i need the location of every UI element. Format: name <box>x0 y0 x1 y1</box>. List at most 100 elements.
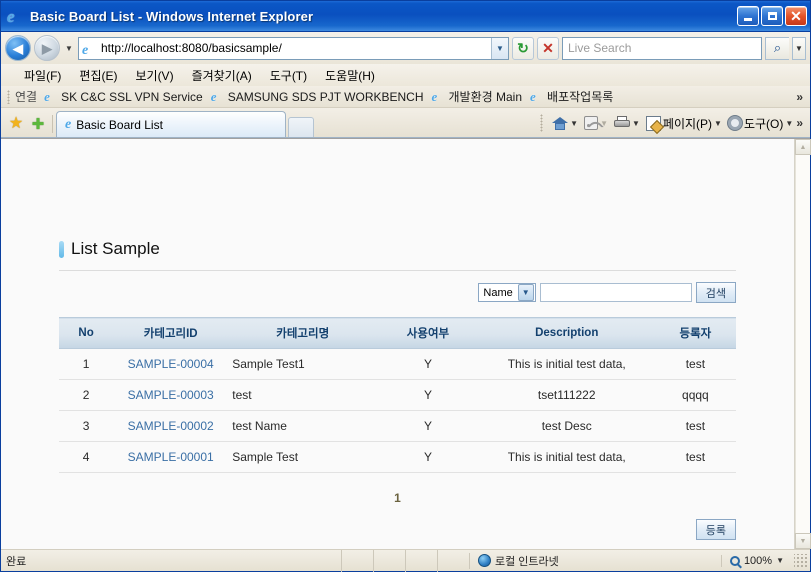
cell-category-id-link[interactable]: SAMPLE-00001 <box>113 442 228 473</box>
chevron-down-icon: ▼ <box>776 556 784 565</box>
tab-bar: ★ ✚ e Basic Board List ▼ ▼ <box>1 108 810 138</box>
chevron-down-icon: ▼ <box>785 119 793 128</box>
search-button[interactable]: 검색 <box>696 282 736 303</box>
internet-explorer-icon: e <box>530 90 544 104</box>
menu-item-favorites[interactable]: 즐겨찾기(A) <box>183 65 261 86</box>
forward-button[interactable]: ▶ <box>34 35 60 61</box>
links-bar-label: 연결 <box>15 88 37 105</box>
chevron-down-icon: ▼ <box>496 44 504 53</box>
cell-no: 4 <box>59 442 113 473</box>
cell-description: test Desc <box>479 411 655 442</box>
refresh-icon: ↻ <box>517 41 529 55</box>
page-menu-label: 페이지(P) <box>663 115 712 132</box>
heading-accent-bar <box>59 241 64 258</box>
cell-category-id-link[interactable]: SAMPLE-00003 <box>113 380 228 411</box>
history-dropdown-button[interactable]: ▼ <box>63 35 75 61</box>
add-to-favorites-button[interactable]: ✚ <box>27 111 49 137</box>
column-header-no[interactable]: No <box>59 318 113 349</box>
home-button[interactable]: ▼ <box>549 116 581 131</box>
live-search-input[interactable]: Live Search <box>562 37 762 60</box>
board-list-table: No 카테고리ID 카테고리명 사용여부 Description 등록자 1 <box>59 317 736 473</box>
toolbar-overflow-button[interactable]: » <box>796 116 806 130</box>
column-header-category-name[interactable]: 카테고리명 <box>228 318 377 349</box>
forward-arrow-icon: ▶ <box>42 42 52 55</box>
links-overflow-button[interactable]: » <box>796 90 806 104</box>
scroll-down-button[interactable]: ▼ <box>795 533 811 549</box>
zoom-control[interactable]: 100% ▼ <box>721 555 792 567</box>
cell-category-id-link[interactable]: SAMPLE-00004 <box>113 349 228 380</box>
internet-explorer-icon: e <box>211 90 225 104</box>
new-tab-button[interactable] <box>288 117 314 137</box>
column-header-category-id[interactable]: 카테고리ID <box>113 318 228 349</box>
menu-item-edit[interactable]: 편집(E) <box>70 65 126 86</box>
stop-button[interactable]: ✕ <box>537 37 559 60</box>
search-provider-dropdown[interactable]: ▼ <box>792 37 806 60</box>
back-button[interactable]: ◀ <box>5 35 31 61</box>
tools-menu-label: 도구(O) <box>744 115 783 132</box>
search-field-select[interactable]: Name ▼ <box>478 283 535 302</box>
menu-bar: 파일(F) 편집(E) 보기(V) 즐겨찾기(A) 도구(T) 도움말(H) <box>1 64 810 86</box>
status-segment <box>437 550 469 572</box>
search-go-button[interactable]: ⌕ <box>765 37 789 60</box>
close-button[interactable]: ✕ <box>785 6 807 26</box>
minimize-button[interactable] <box>737 6 759 26</box>
link-dev-environment-main[interactable]: e 개발환경 Main <box>432 88 528 105</box>
address-input[interactable]: e http://localhost:8080/basicsample/ ▼ <box>78 37 509 60</box>
print-button[interactable]: ▼ <box>611 116 643 130</box>
cell-registrant: test <box>655 442 736 473</box>
address-url-text: http://localhost:8080/basicsample/ <box>101 41 487 55</box>
menu-item-help[interactable]: 도움말(H) <box>316 65 384 86</box>
status-segment <box>405 550 437 572</box>
column-header-description[interactable]: Description <box>479 318 655 349</box>
zoom-level-label: 100% <box>744 555 772 567</box>
chevron-down-icon: ▼ <box>632 119 640 128</box>
link-samsung-sds-pjt-workbench[interactable]: e SAMSUNG SDS PJT WORKBENCH <box>211 90 429 104</box>
resize-grip[interactable] <box>794 554 808 568</box>
chevron-down-icon: ▼ <box>65 44 73 53</box>
security-zone[interactable]: 로컬 인트라넷 <box>469 553 721 569</box>
vertical-scrollbar[interactable]: ▲ ▼ <box>794 139 810 549</box>
cell-no: 2 <box>59 380 113 411</box>
link-label: SK C&C SSL VPN Service <box>61 90 203 104</box>
scroll-up-button[interactable]: ▲ <box>795 139 811 155</box>
toolbar-grip-handle[interactable] <box>540 114 543 132</box>
close-icon: ✕ <box>790 10 802 22</box>
cell-use-yn: Y <box>377 380 479 411</box>
favorites-center-button[interactable]: ★ <box>5 111 27 137</box>
browser-window: e Basic Board List - Windows Internet Ex… <box>0 0 811 572</box>
column-header-registrant[interactable]: 등록자 <box>655 318 736 349</box>
tab-basic-board-list[interactable]: e Basic Board List <box>56 111 286 137</box>
cell-description: tset111222 <box>479 380 655 411</box>
cell-category-name: test <box>228 380 377 411</box>
pagination-page-1[interactable]: 1 <box>394 491 401 505</box>
chevron-down-icon: ▼ <box>800 538 807 545</box>
page-viewport: List Sample Name ▼ 검색 <box>1 138 810 549</box>
search-keyword-input[interactable] <box>540 283 692 302</box>
maximize-button[interactable] <box>761 6 783 26</box>
browser-chrome: ◀ ▶ ▼ e http://localhost:8080/basicsampl… <box>1 31 810 571</box>
cell-no: 1 <box>59 349 113 380</box>
refresh-button[interactable]: ↻ <box>512 37 534 60</box>
chevron-down-icon: ▼ <box>795 44 803 53</box>
page-menu-button[interactable]: 페이지(P) ▼ <box>643 115 725 132</box>
link-deploy-task-list[interactable]: e 배포작업목록 <box>530 88 618 105</box>
menu-item-file[interactable]: 파일(F) <box>15 65 70 86</box>
page-title-label: List Sample <box>71 239 160 259</box>
address-dropdown-button[interactable]: ▼ <box>491 38 508 59</box>
feeds-button[interactable]: ▼ <box>581 116 611 130</box>
tools-menu-button[interactable]: 도구(O) ▼ <box>725 115 796 132</box>
cell-category-id-link[interactable]: SAMPLE-00002 <box>113 411 228 442</box>
toolbar-grip-handle[interactable] <box>7 90 10 104</box>
column-header-use-yn[interactable]: 사용여부 <box>377 318 479 349</box>
internet-explorer-icon: e <box>65 117 71 132</box>
cell-registrant: test <box>655 411 736 442</box>
home-icon <box>552 116 568 131</box>
menu-item-view[interactable]: 보기(V) <box>126 65 182 86</box>
menu-item-tools[interactable]: 도구(T) <box>261 65 316 86</box>
link-sk-cnc-ssl-vpn[interactable]: e SK C&C SSL VPN Service <box>44 90 208 104</box>
web-page-content: List Sample Name ▼ 검색 <box>1 139 794 549</box>
register-button[interactable]: 등록 <box>696 519 736 540</box>
scrollbar-track[interactable] <box>795 155 810 533</box>
search-toolbar: Name ▼ 검색 <box>59 282 736 303</box>
table-row: 2 SAMPLE-00003 test Y tset111222 qqqq <box>59 380 736 411</box>
